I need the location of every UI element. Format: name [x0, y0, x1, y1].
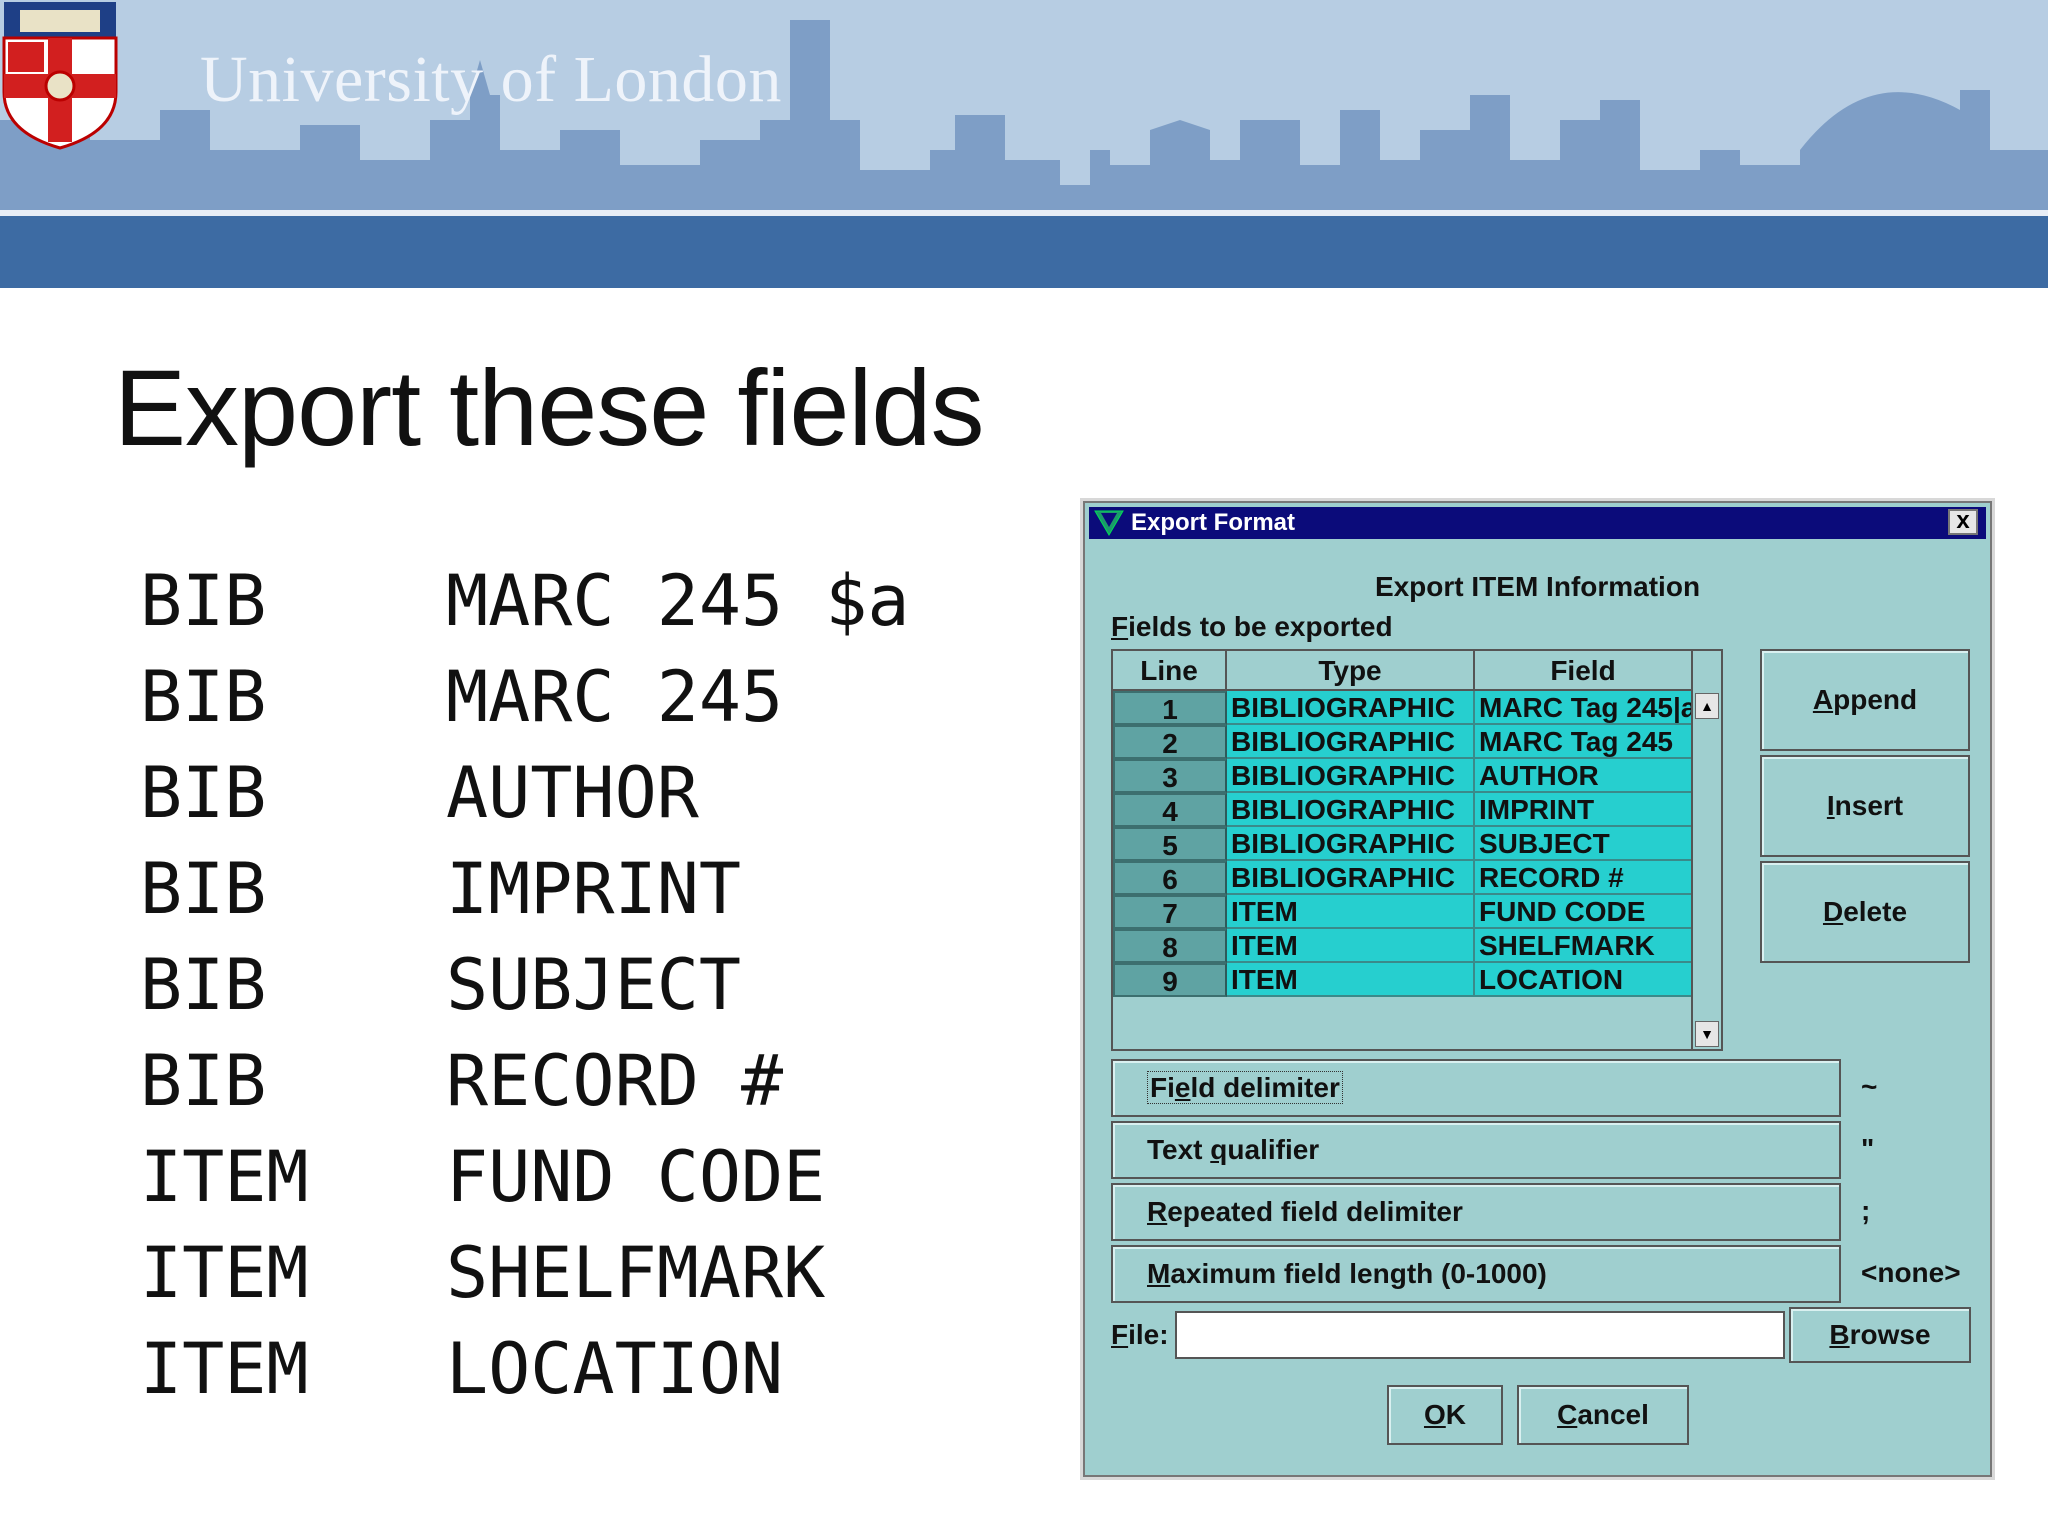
- mnemonic-key: B: [1829, 1319, 1850, 1350]
- field-type: BIB: [140, 560, 267, 642]
- type-cell[interactable]: BIBLIOGRAPHIC: [1227, 793, 1475, 827]
- cancel-button[interactable]: Cancel: [1517, 1385, 1689, 1445]
- type-cell[interactable]: BIBLIOGRAPHIC: [1227, 759, 1475, 793]
- button-label: ancel: [1577, 1399, 1649, 1430]
- field-cell[interactable]: AUTHOR: [1475, 759, 1693, 793]
- column-header-line[interactable]: Line: [1113, 651, 1227, 691]
- text-qualifier-button[interactable]: Text qualifier: [1111, 1121, 1841, 1179]
- app-v-icon: [1094, 510, 1124, 536]
- field-cell[interactable]: MARC Tag 245|a: [1475, 691, 1693, 725]
- line-cell[interactable]: 7: [1113, 895, 1227, 929]
- browse-button[interactable]: Browse: [1789, 1307, 1971, 1363]
- file-input[interactable]: [1175, 1311, 1785, 1359]
- field-type: BIB: [140, 752, 267, 834]
- type-cell[interactable]: ITEM: [1227, 895, 1475, 929]
- mnemonic-key: A: [1812, 684, 1834, 715]
- fields-to-export-label: Fields to be exported: [1111, 611, 1393, 643]
- field-type: BIB: [140, 848, 267, 930]
- ok-button[interactable]: OK: [1387, 1385, 1503, 1445]
- button-label: K: [1445, 1399, 1466, 1430]
- field-name: FUND CODE: [446, 1136, 826, 1218]
- field-name: RECORD #: [446, 1040, 784, 1122]
- mnemonic-key: F: [1111, 1319, 1129, 1350]
- line-cell[interactable]: 1: [1113, 691, 1227, 725]
- label-text: ile:: [1128, 1319, 1169, 1350]
- university-name: University of London: [200, 43, 782, 116]
- delete-button[interactable]: Delete: [1760, 861, 1970, 963]
- type-cell[interactable]: BIBLIOGRAPHIC: [1227, 861, 1475, 895]
- file-label: File:: [1111, 1319, 1169, 1351]
- field-type: BIB: [140, 1040, 267, 1122]
- field-type: ITEM: [140, 1136, 309, 1218]
- maximum-field-length-button[interactable]: Maximum field length (0-1000): [1111, 1245, 1841, 1303]
- dialog-heading: Export ITEM Information: [1374, 571, 1701, 602]
- field-name: MARC 245 $a: [446, 560, 910, 642]
- line-cell[interactable]: 5: [1113, 827, 1227, 861]
- button-label: Maximum field length (0-1000): [1147, 1258, 1547, 1289]
- type-cell[interactable]: ITEM: [1227, 929, 1475, 963]
- type-cell[interactable]: BIBLIOGRAPHIC: [1227, 725, 1475, 759]
- button-label: Repeated field delimiter: [1147, 1196, 1463, 1227]
- field-cell[interactable]: RECORD #: [1475, 861, 1693, 895]
- button-label: nsert: [1834, 790, 1904, 821]
- button-label: Text qualifier: [1147, 1134, 1320, 1165]
- line-cell[interactable]: 8: [1113, 929, 1227, 963]
- maximum-field-length-value: <none>: [1861, 1257, 1961, 1288]
- grid-vertical-scrollbar[interactable]: ▲ ▼: [1691, 691, 1721, 1049]
- insert-button[interactable]: Insert: [1760, 755, 1970, 857]
- field-name: MARC 245: [446, 656, 784, 738]
- field-delimiter-button[interactable]: Field delimiter: [1111, 1059, 1841, 1117]
- repeated-field-delimiter-button[interactable]: Repeated field delimiter: [1111, 1183, 1841, 1241]
- line-cell[interactable]: 3: [1113, 759, 1227, 793]
- university-crest-icon: [2, 2, 118, 150]
- line-cell[interactable]: 9: [1113, 963, 1227, 997]
- button-label: rowse: [1849, 1319, 1931, 1350]
- type-cell[interactable]: ITEM: [1227, 963, 1475, 997]
- field-name: IMPRINT: [446, 848, 742, 930]
- column-header-field[interactable]: Field: [1475, 651, 1693, 691]
- line-cell[interactable]: 4: [1113, 793, 1227, 827]
- field-type: ITEM: [140, 1232, 309, 1314]
- field-name: SUBJECT: [446, 944, 742, 1026]
- mnemonic-key: O: [1423, 1399, 1446, 1430]
- dialog-title: Export Format: [1131, 509, 1296, 536]
- export-fields-grid[interactable]: Line Type Field 1 BIBLIOGRAPHIC MARC Tag…: [1111, 649, 1723, 1051]
- scroll-down-arrow-icon[interactable]: ▼: [1695, 1021, 1719, 1047]
- field-cell[interactable]: SHELFMARK: [1475, 929, 1693, 963]
- repeated-field-delimiter-value: ;: [1861, 1195, 1871, 1226]
- field-cell[interactable]: SUBJECT: [1475, 827, 1693, 861]
- field-cell[interactable]: LOCATION: [1475, 963, 1693, 997]
- type-cell[interactable]: BIBLIOGRAPHIC: [1227, 827, 1475, 861]
- dialog-titlebar[interactable]: Export Format x: [1089, 507, 1986, 539]
- label-text: ields to be exported: [1128, 611, 1393, 642]
- field-cell[interactable]: FUND CODE: [1475, 895, 1693, 929]
- scroll-up-arrow-icon[interactable]: ▲: [1695, 693, 1719, 719]
- field-cell[interactable]: MARC Tag 245: [1475, 725, 1693, 759]
- field-type: BIB: [140, 944, 267, 1026]
- field-delimiter-value: ~: [1861, 1071, 1878, 1102]
- slide-title: Export these fields: [114, 347, 984, 468]
- university-banner: University of London: [0, 0, 2048, 290]
- export-format-dialog: Export Format x Export ITEM Information …: [1080, 498, 1995, 1480]
- close-button[interactable]: x: [1948, 509, 1978, 535]
- mnemonic-key: I: [1826, 790, 1835, 821]
- field-cell[interactable]: IMPRINT: [1475, 793, 1693, 827]
- field-type: BIB: [140, 656, 267, 738]
- type-cell[interactable]: BIBLIOGRAPHIC: [1227, 691, 1475, 725]
- line-cell[interactable]: 2: [1113, 725, 1227, 759]
- field-name: LOCATION: [446, 1328, 784, 1410]
- button-label: elete: [1843, 896, 1908, 927]
- field-type: ITEM: [140, 1328, 309, 1410]
- button-label: Field delimiter: [1147, 1071, 1343, 1104]
- mnemonic-key: D: [1822, 896, 1844, 927]
- button-label: ppend: [1833, 684, 1918, 715]
- mnemonic-key: C: [1557, 1399, 1578, 1430]
- mnemonic-key: F: [1111, 611, 1129, 642]
- column-header-type[interactable]: Type: [1227, 651, 1475, 691]
- field-name: SHELFMARK: [446, 1232, 826, 1314]
- line-cell[interactable]: 6: [1113, 861, 1227, 895]
- append-button[interactable]: Append: [1760, 649, 1970, 751]
- field-name: AUTHOR: [446, 752, 699, 834]
- text-qualifier-value: ": [1861, 1133, 1875, 1164]
